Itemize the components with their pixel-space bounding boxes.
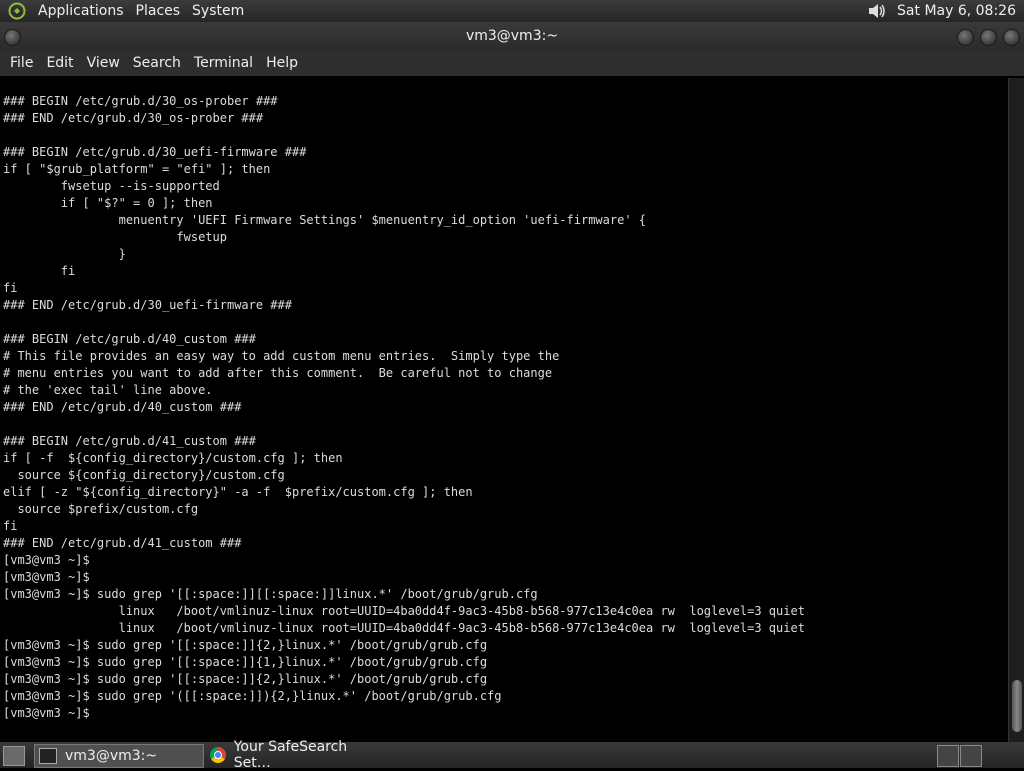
terminal-line: menuentry 'UEFI Firmware Settings' $menu… <box>3 213 646 227</box>
terminal-line: source $prefix/custom.cfg <box>3 502 199 516</box>
terminal-line: ### BEGIN /etc/grub.d/30_uefi-firmware #… <box>3 145 307 159</box>
terminal-line: [vm3@vm3 ~]$ sudo grep '[[:space:]]{2,}l… <box>3 638 488 652</box>
menu-search[interactable]: Search <box>133 55 181 71</box>
menu-terminal[interactable]: Terminal <box>194 55 253 71</box>
menu-system[interactable]: System <box>192 3 244 19</box>
terminal-line: [vm3@vm3 ~]$ <box>3 553 90 567</box>
terminal-line: ### BEGIN /etc/grub.d/41_custom ### <box>3 434 256 448</box>
terminal-lines: ### BEGIN /etc/grub.d/30_os-prober ### ##… <box>0 78 1008 722</box>
scrollbar-thumb[interactable] <box>1012 680 1022 732</box>
terminal-line: ### END /etc/grub.d/30_uefi-firmware ### <box>3 298 292 312</box>
minimize-button[interactable] <box>957 29 974 46</box>
show-desktop-icon[interactable] <box>3 746 25 766</box>
terminal-line: fwsetup <box>3 230 227 244</box>
window-titlebar[interactable]: vm3@vm3:~ <box>0 22 1024 50</box>
taskbar-item-browser[interactable]: Your SafeSearch Set… <box>206 739 386 771</box>
menu-help[interactable]: Help <box>266 55 298 71</box>
taskbar-item-label: vm3@vm3:~ <box>65 748 158 764</box>
volume-icon[interactable] <box>867 2 887 20</box>
terminal-line: ### BEGIN /etc/grub.d/40_custom ### <box>3 332 256 346</box>
terminal-line: fwsetup --is-supported <box>3 179 220 193</box>
menu-view[interactable]: View <box>87 55 120 71</box>
bottom-panel: vm3@vm3:~ Your SafeSearch Set… <box>0 739 1024 771</box>
terminal-line: source ${config_directory}/custom.cfg <box>3 468 285 482</box>
terminal-line: if [ "$grub_platform" = "efi" ]; then <box>3 162 271 176</box>
terminal-line: ### BEGIN /etc/grub.d/30_os-prober ### <box>3 94 278 108</box>
terminal-line: # This file provides an easy way to add … <box>3 349 560 363</box>
menubar: File Edit View Search Terminal Help <box>0 50 1024 76</box>
terminal-line: elif [ -z "${config_directory}" -a -f $p… <box>3 485 473 499</box>
distro-logo-icon[interactable] <box>8 2 26 20</box>
terminal-line: [vm3@vm3 ~]$ sudo grep '([[:space:]]){2,… <box>3 689 502 703</box>
menu-places[interactable]: Places <box>136 3 181 19</box>
terminal-line: [vm3@vm3 ~]$ sudo grep '[[:space:]][[:sp… <box>3 587 538 601</box>
terminal-line: ### END /etc/grub.d/40_custom ### <box>3 400 242 414</box>
terminal-line: # menu entries you want to add after thi… <box>3 366 553 380</box>
terminal-line: linux /boot/vmlinuz-linux root=UUID=4ba0… <box>3 621 805 635</box>
terminal-line: [vm3@vm3 ~]$ <box>3 706 90 720</box>
tray-chrome-icon[interactable] <box>960 745 982 767</box>
taskbar-item-label: Your SafeSearch Set… <box>233 739 348 771</box>
terminal-line: [vm3@vm3 ~]$ sudo grep '[[:space:]]{2,}l… <box>3 672 488 686</box>
terminal-line: fi <box>3 281 18 295</box>
terminal-output[interactable]: ### BEGIN /etc/grub.d/30_os-prober ### ##… <box>0 78 1008 742</box>
terminal-line: ### END /etc/grub.d/41_custom ### <box>3 536 242 550</box>
tray-terminal-icon[interactable] <box>937 745 959 767</box>
terminal-line: [vm3@vm3 ~]$ <box>3 570 90 584</box>
menu-applications[interactable]: Applications <box>38 3 124 19</box>
taskbar-item-terminal[interactable]: vm3@vm3:~ <box>34 744 204 768</box>
clock[interactable]: Sat May 6, 08:26 <box>897 3 1016 19</box>
terminal-line: fi <box>3 264 76 278</box>
terminal-line: ### END /etc/grub.d/30_os-prober ### <box>3 111 264 125</box>
menu-file[interactable]: File <box>10 55 33 71</box>
terminal-line: linux /boot/vmlinuz-linux root=UUID=4ba0… <box>3 604 805 618</box>
terminal-line: # the 'exec tail' line above. <box>3 383 213 397</box>
terminal-icon <box>39 748 57 764</box>
terminal-line: fi <box>3 519 18 533</box>
terminal-line: if [ "$?" = 0 ]; then <box>3 196 213 210</box>
top-panel: Applications Places System Sat May 6, 08… <box>0 0 1024 22</box>
maximize-button[interactable] <box>980 29 997 46</box>
chrome-icon <box>210 747 226 763</box>
terminal-line: if [ -f ${config_directory}/custom.cfg ]… <box>3 451 343 465</box>
window-title: vm3@vm3:~ <box>465 28 559 44</box>
terminal-line: [vm3@vm3 ~]$ sudo grep '[[:space:]]{1,}l… <box>3 655 488 669</box>
terminal-line: } <box>3 247 126 261</box>
close-button[interactable] <box>1003 29 1020 46</box>
menu-edit[interactable]: Edit <box>46 55 73 71</box>
terminal-scrollbar[interactable] <box>1008 78 1024 742</box>
